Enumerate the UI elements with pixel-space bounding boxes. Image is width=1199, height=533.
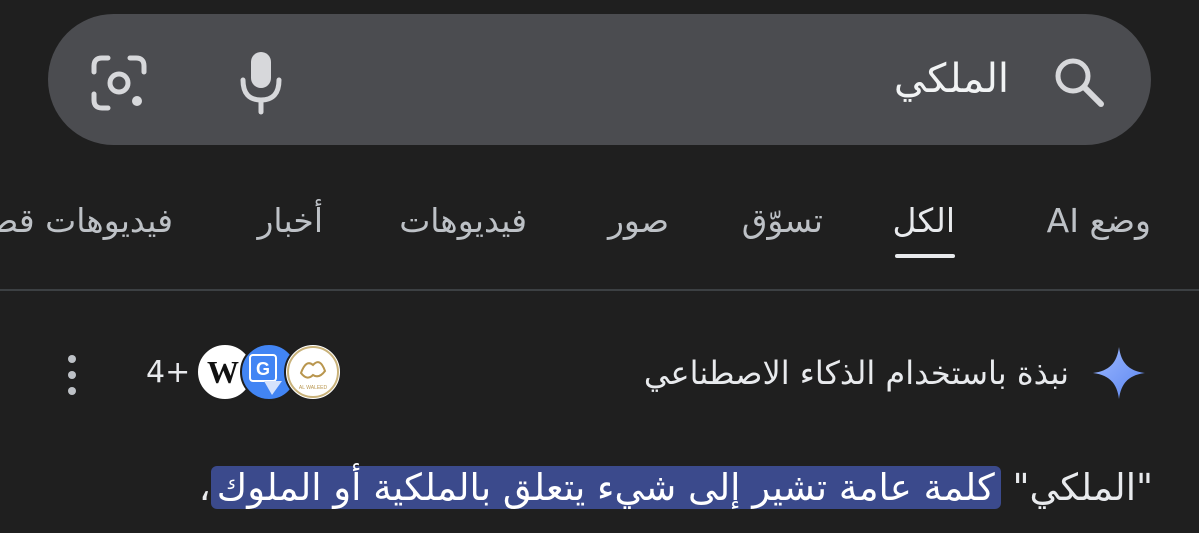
source-avatar-alwaleed[interactable]: AL WALEED	[284, 343, 342, 401]
ai-overview-snippet: "الملكي" كلمة عامة تشير إلى شيء يتعلق با…	[199, 458, 1153, 518]
alwaleed-logo-text: AL WALEED	[299, 385, 328, 391]
tab-short-videos[interactable]: فيديوهات قصيرة	[0, 198, 173, 244]
divider	[0, 289, 1199, 291]
search-bar[interactable]: الملكي	[48, 14, 1151, 145]
tab-shopping[interactable]: تسوّق	[742, 198, 823, 244]
search-tabs: وضع AI الكل تسوّق صور فيديوهات أخبار فيد…	[0, 160, 1199, 288]
wikipedia-logo-text: W	[207, 354, 239, 390]
ai-overview-title: نبذة باستخدام الذكاء الاصطناعي	[643, 354, 1069, 392]
tab-videos[interactable]: فيديوهات	[399, 198, 527, 244]
google-translate-logo-text: G	[256, 359, 270, 379]
snippet-quote: "الملكي"	[1012, 466, 1153, 509]
active-tab-indicator	[895, 254, 955, 258]
microphone-icon[interactable]	[238, 50, 284, 116]
more-options-icon[interactable]	[62, 353, 82, 397]
search-icon[interactable]	[1049, 52, 1107, 110]
tab-images[interactable]: صور	[608, 198, 669, 244]
tab-ai-mode[interactable]: وضع AI	[1047, 198, 1151, 244]
ai-overview-header: نبذة باستخدام الذكاء الاصطناعي W G AL WA…	[0, 335, 1199, 415]
camera-lens-icon[interactable]	[90, 54, 148, 112]
search-query[interactable]: الملكي	[894, 54, 1009, 104]
sparkle-icon	[1093, 347, 1145, 399]
tab-all[interactable]: الكل	[893, 198, 955, 244]
snippet-tail: ،	[198, 466, 211, 509]
snippet-highlight: كلمة عامة تشير إلى شيء يتعلق بالملكية أو…	[210, 466, 1001, 509]
more-sources-count[interactable]: 4+	[146, 349, 190, 397]
tab-news[interactable]: أخبار	[257, 198, 323, 244]
